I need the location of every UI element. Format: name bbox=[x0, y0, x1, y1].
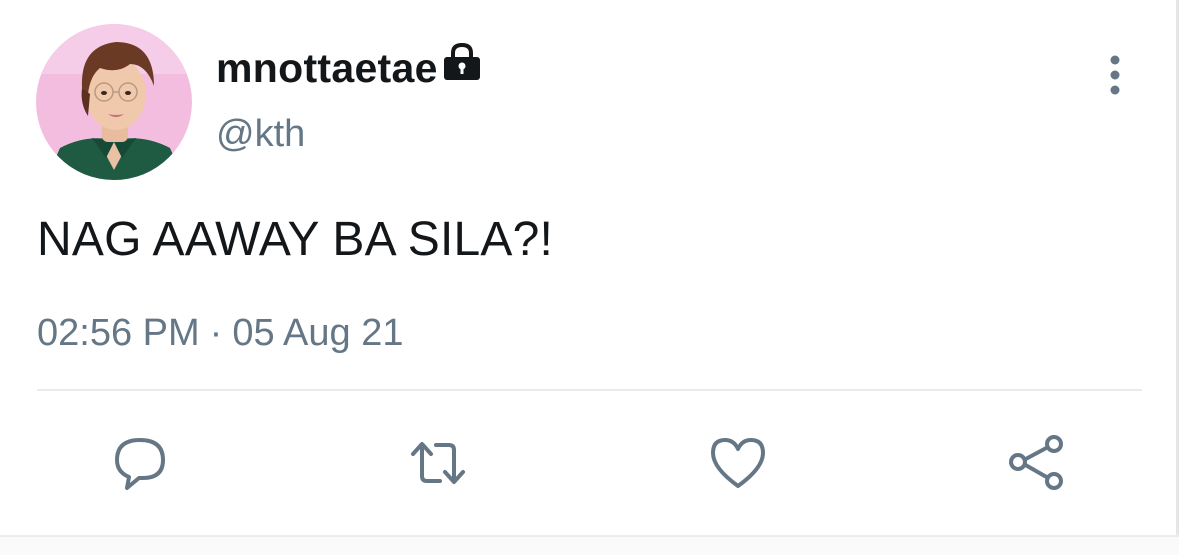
tweet-time: 02:56 PM bbox=[37, 312, 200, 354]
share-icon bbox=[1009, 435, 1063, 490]
retweet-icon bbox=[411, 442, 465, 484]
reply-button[interactable] bbox=[109, 432, 171, 494]
handle[interactable]: @kth bbox=[216, 112, 305, 156]
avatar-image bbox=[36, 24, 192, 180]
tweet-card: mnottaetae @kth NAG AAWAY BA SILA?! 02:5… bbox=[0, 0, 1179, 555]
like-button[interactable] bbox=[707, 432, 769, 494]
lock-icon bbox=[440, 40, 484, 84]
divider bbox=[37, 389, 1142, 391]
retweet-button[interactable] bbox=[407, 432, 469, 494]
tweet-text: NAG AAWAY BA SILA?! bbox=[37, 213, 554, 266]
tweet-date: 05 Aug 21 bbox=[232, 312, 404, 354]
timestamp-separator: · bbox=[209, 312, 223, 354]
avatar[interactable] bbox=[36, 24, 192, 180]
more-options-icon[interactable] bbox=[1098, 54, 1132, 96]
heart-icon bbox=[711, 438, 765, 488]
timestamp[interactable]: 02:56 PM · 05 Aug 21 bbox=[37, 309, 403, 357]
bottom-edge bbox=[0, 535, 1179, 555]
share-button[interactable] bbox=[1006, 432, 1068, 494]
reply-icon bbox=[115, 438, 165, 490]
display-name[interactable]: mnottaetae bbox=[216, 44, 438, 92]
